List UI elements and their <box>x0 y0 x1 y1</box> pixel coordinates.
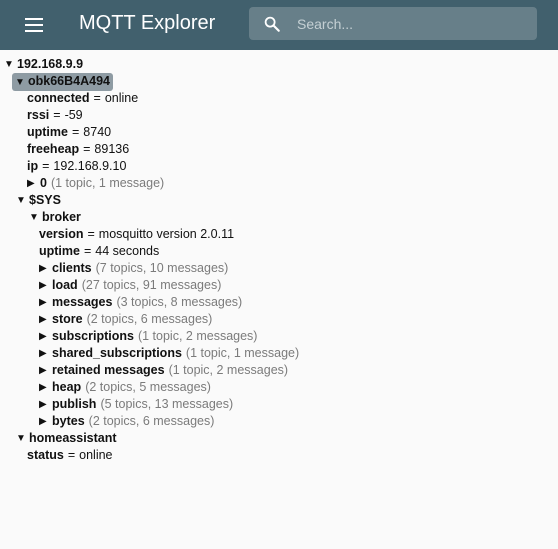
tree-leaf[interactable]: version = mosquitto version 2.0.11 <box>39 226 234 243</box>
tree-node-label: publish <box>52 397 97 411</box>
node-summary: (2 topics, 5 messages) <box>85 380 211 394</box>
tree-node-device[interactable]: ▼ obk66B4A494 <box>12 72 113 91</box>
tree-leaf[interactable]: uptime = 44 seconds <box>39 243 159 260</box>
tree-leaf[interactable]: connected = online <box>27 90 138 107</box>
tree-node-label: heap <box>52 380 82 394</box>
node-summary: (7 topics, 10 messages) <box>95 261 229 275</box>
leaf-key: uptime <box>27 125 68 139</box>
expanded-arrow-icon[interactable]: ▼ <box>15 74 27 91</box>
leaf-key: ip <box>27 159 39 173</box>
collapsed-arrow-icon[interactable]: ▶ <box>39 345 51 362</box>
collapsed-arrow-icon[interactable]: ▶ <box>39 277 51 294</box>
search-box[interactable] <box>249 7 537 40</box>
leaf-key: connected <box>27 91 90 105</box>
node-summary: (1 topic, 1 message) <box>50 176 165 190</box>
leaf-value: online <box>79 448 113 462</box>
tree-node-label: obk66B4A494 <box>28 73 110 88</box>
expanded-arrow-icon[interactable]: ▼ <box>29 209 41 226</box>
tree-node-label: clients <box>52 261 92 275</box>
tree-node-collapsed[interactable]: ▶ messages (3 topics, 8 messages) <box>39 294 242 311</box>
leaf-value: 44 seconds <box>95 244 160 258</box>
leaf-value: online <box>104 91 139 105</box>
leaf-key: uptime <box>39 244 80 258</box>
leaf-value: 192.168.9.10 <box>53 159 127 173</box>
leaf-value: mosquitto version 2.0.11 <box>98 227 235 241</box>
tree-node-collapsed[interactable]: ▶ store (2 topics, 6 messages) <box>39 311 212 328</box>
collapsed-arrow-icon[interactable]: ▶ <box>39 362 51 379</box>
leaf-value: -59 <box>64 108 83 122</box>
tree-node-label: 192.168.9.9 <box>17 57 84 71</box>
collapsed-arrow-icon[interactable]: ▶ <box>39 413 51 430</box>
tree-leaf[interactable]: ip = 192.168.9.10 <box>27 158 126 175</box>
node-summary: (1 topic, 1 message) <box>185 346 300 360</box>
app-bar: MQTT Explorer <box>0 0 558 50</box>
collapsed-arrow-icon[interactable]: ▶ <box>39 260 51 277</box>
tree-node-label: homeassistant <box>29 431 117 445</box>
tree-node-homeassistant[interactable]: ▼ homeassistant <box>16 430 117 447</box>
tree-node-label: broker <box>42 210 81 224</box>
selected-node[interactable]: ▼ obk66B4A494 <box>12 72 113 91</box>
search-icon[interactable] <box>263 15 281 33</box>
search-input[interactable] <box>297 7 527 40</box>
leaf-key: rssi <box>27 108 50 122</box>
tree-node-label: retained messages <box>52 363 165 377</box>
tree-leaf[interactable]: rssi = -59 <box>27 107 83 124</box>
tree-node-label: shared_subscriptions <box>52 346 182 360</box>
tree-leaf[interactable]: freeheap = 89136 <box>27 141 129 158</box>
node-summary: (2 topics, 6 messages) <box>86 312 213 326</box>
tree-node-collapsed[interactable]: ▶ shared_subscriptions (1 topic, 1 messa… <box>39 345 299 362</box>
tree-node-label: subscriptions <box>52 329 134 343</box>
tree-node-collapsed[interactable]: ▶ subscriptions (1 topic, 2 messages) <box>39 328 257 345</box>
tree-node-root[interactable]: ▼ 192.168.9.9 <box>4 56 83 73</box>
tree-node-collapsed[interactable]: ▶ retained messages (1 topic, 2 messages… <box>39 362 288 379</box>
tree-node-label: 0 <box>40 176 47 190</box>
node-summary: (27 topics, 91 messages) <box>81 278 222 292</box>
tree-node-collapsed[interactable]: ▶ clients (7 topics, 10 messages) <box>39 260 228 277</box>
tree-node-collapsed[interactable]: ▶ load (27 topics, 91 messages) <box>39 277 221 294</box>
tree-leaf[interactable]: status = online <box>27 447 113 464</box>
leaf-value: 89136 <box>94 142 130 156</box>
expanded-arrow-icon[interactable]: ▼ <box>16 430 28 447</box>
leaf-key: freeheap <box>27 142 80 156</box>
app-title: MQTT Explorer <box>79 12 216 34</box>
tree-node-broker[interactable]: ▼ broker <box>29 209 81 226</box>
tree-node-label: store <box>52 312 83 326</box>
collapsed-arrow-icon[interactable]: ▶ <box>39 379 51 396</box>
collapsed-arrow-icon[interactable]: ▶ <box>27 175 39 192</box>
leaf-value: 8740 <box>83 125 112 139</box>
collapsed-arrow-icon[interactable]: ▶ <box>39 396 51 413</box>
tree-node-label: load <box>52 278 78 292</box>
node-summary: (5 topics, 13 messages) <box>100 397 234 411</box>
node-summary: (1 topic, 2 messages) <box>137 329 258 343</box>
expanded-arrow-icon[interactable]: ▼ <box>16 192 28 209</box>
tree-node-collapsed[interactable]: ▶ bytes (2 topics, 6 messages) <box>39 413 214 430</box>
tree-node-collapsed[interactable]: ▶ 0 (1 topic, 1 message) <box>27 175 164 192</box>
expanded-arrow-icon[interactable]: ▼ <box>4 56 16 73</box>
tree-node-label: messages <box>52 295 113 309</box>
collapsed-arrow-icon[interactable]: ▶ <box>39 294 51 311</box>
tree-node-collapsed[interactable]: ▶ publish (5 topics, 13 messages) <box>39 396 233 413</box>
tree-node-label: $SYS <box>29 193 61 207</box>
tree-node-sys[interactable]: ▼ $SYS <box>16 192 61 209</box>
node-summary: (1 topic, 2 messages) <box>168 363 289 377</box>
collapsed-arrow-icon[interactable]: ▶ <box>39 328 51 345</box>
tree-node-label: bytes <box>52 414 85 428</box>
node-summary: (2 topics, 6 messages) <box>88 414 215 428</box>
collapsed-arrow-icon[interactable]: ▶ <box>39 311 51 328</box>
tree-leaf[interactable]: uptime = 8740 <box>27 124 111 141</box>
node-summary: (3 topics, 8 messages) <box>116 295 243 309</box>
tree-node-collapsed[interactable]: ▶ heap (2 topics, 5 messages) <box>39 379 211 396</box>
leaf-key: status <box>27 448 64 462</box>
leaf-key: version <box>39 227 84 241</box>
menu-icon[interactable] <box>22 14 48 36</box>
